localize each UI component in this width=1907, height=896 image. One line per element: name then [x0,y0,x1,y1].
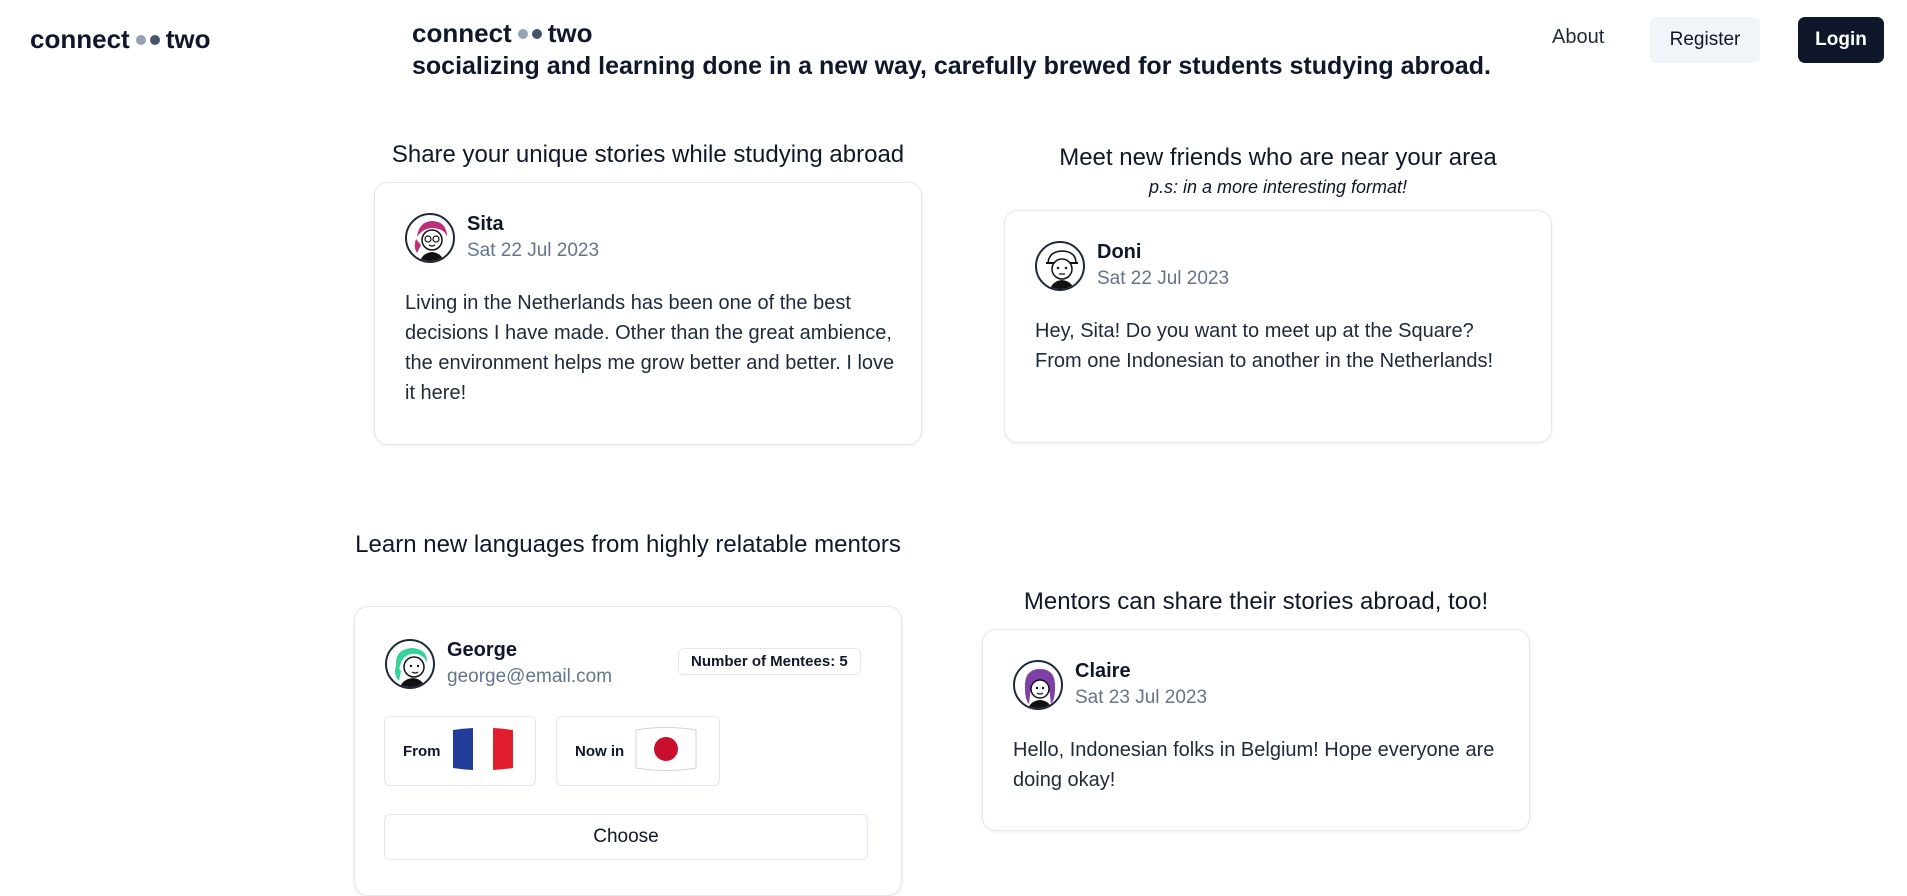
japan-flag-icon [634,724,698,778]
mentor-story-date: Sat 23 Jul 2023 [1075,687,1208,708]
now-in-label: Now in [575,742,625,760]
avatar-doni [1035,241,1085,291]
register-button[interactable]: Register [1650,17,1760,63]
login-button[interactable]: Login [1798,17,1884,63]
mentor-name: George [447,639,518,661]
hero-logo-dots-icon [517,28,542,39]
from-country-box: From [384,716,536,786]
avatar-claire [1013,660,1063,710]
story-card-doni: Doni Sat 22 Jul 2023 Hey, Sita! Do you w… [1004,210,1552,443]
mentor-email: george@email.com [447,666,613,687]
now-in-country-box: Now in [556,716,720,786]
story-date: Sat 22 Jul 2023 [467,240,600,261]
from-label: From [403,742,441,760]
mentor-story-author-name: Claire [1075,660,1131,682]
friends-section-subtitle: p.s: in a more interesting format! [1148,177,1408,197]
nav-logo[interactable]: connect two [30,24,210,55]
friend-card-header: Doni Sat 22 Jul 2023 [1035,239,1229,293]
mentors-section-title: Mentors can share their stories abroad, … [1023,588,1489,615]
story-card-header: Sita Sat 22 Jul 2023 [405,211,599,265]
logo-word-connect: connect [30,24,130,54]
story-author-name: Sita [467,213,504,235]
story-card-claire: Claire Sat 23 Jul 2023 Hello, Indonesian… [982,629,1530,831]
choose-mentor-button[interactable]: Choose [384,814,868,860]
mentor-story-body: Hello, Indonesian folks in Belgium! Hope… [1013,739,1495,791]
hero-logo-word-connect: connect [412,18,512,48]
hero-tagline: socializing and learning done in a new w… [412,52,1491,80]
friends-section-title: Meet new friends who are near your area [1059,144,1497,171]
stories-section-title: Share your unique stories while studying… [391,141,905,168]
hero-logo: connect two [412,18,592,49]
mentees-count-badge: Number of Mentees: 5 [678,648,861,675]
france-flag-icon [451,724,515,778]
friend-date: Sat 22 Jul 2023 [1097,268,1230,289]
friend-body: Hey, Sita! Do you want to meet up at the… [1035,320,1494,372]
mentor-card-header: George george@email.com [385,637,612,691]
logo-word-two: two [165,24,211,54]
avatar-george [385,639,435,689]
friend-author-name: Doni [1097,241,1142,263]
avatar-sita [405,213,455,263]
nav-about-link[interactable]: About [1552,26,1604,49]
story-body: Living in the Netherlands has been one o… [405,292,895,404]
languages-section-title: Learn new languages from highly relatabl… [355,531,901,558]
mentor-story-card-header: Claire Sat 23 Jul 2023 [1013,658,1207,712]
hero-logo-word-two: two [547,18,593,48]
story-card-sita: Sita Sat 22 Jul 2023 Living in the Nethe… [374,182,922,445]
logo-dots-icon [135,34,160,45]
